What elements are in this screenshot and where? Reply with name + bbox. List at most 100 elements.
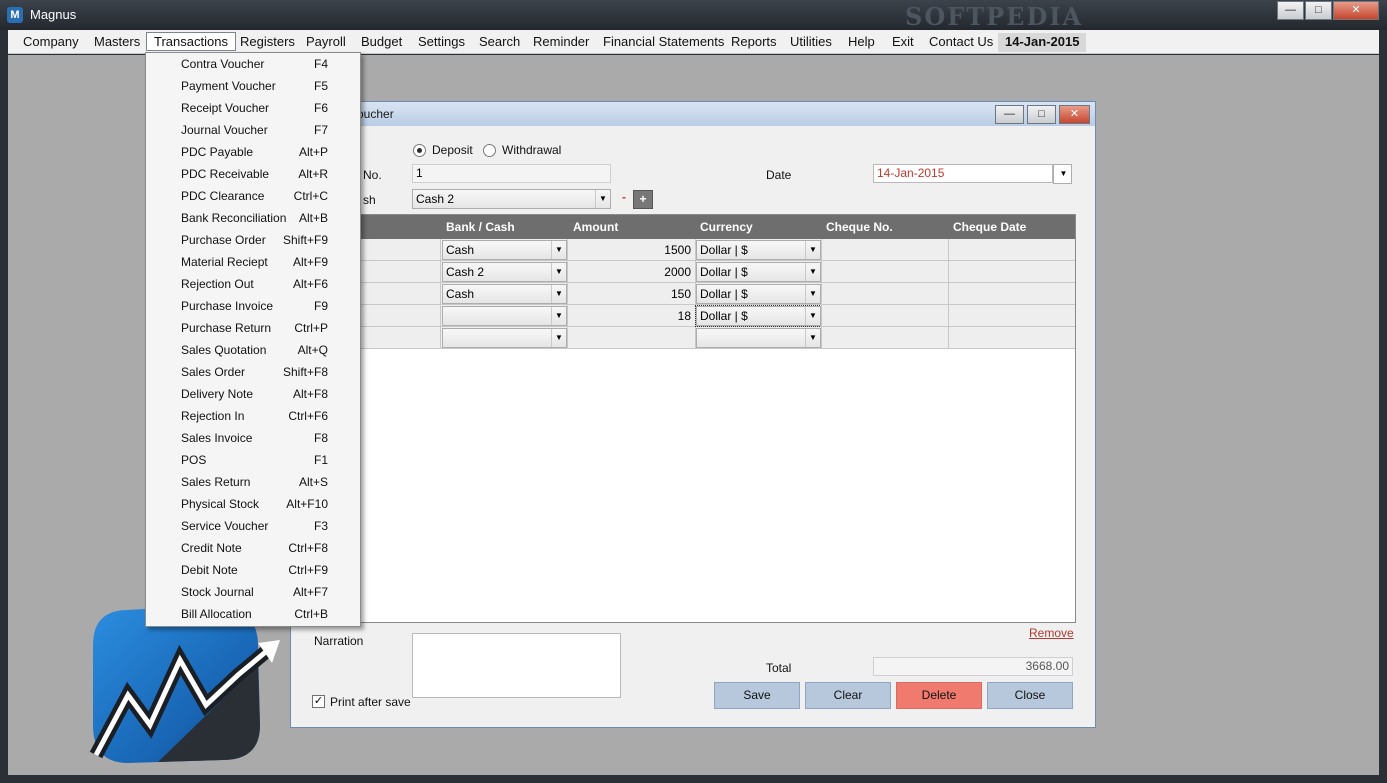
date-picker-button[interactable]: ▼ xyxy=(1053,164,1072,184)
table-row[interactable]: Cash ▼ 150 Dollar | $ ▼ xyxy=(292,283,1075,305)
cheque-no-cell[interactable] xyxy=(821,305,948,327)
amount-value[interactable]: 2000 xyxy=(664,265,691,279)
menu-item-pdc-clearance[interactable]: PDC Clearance Ctrl+C xyxy=(146,185,360,207)
menu-contact-us[interactable]: Contact Us xyxy=(922,33,1000,52)
menu-budget[interactable]: Budget xyxy=(354,33,409,52)
restore-button[interactable]: □ xyxy=(1305,1,1332,20)
close-button[interactable]: Close xyxy=(987,682,1073,709)
table-row[interactable]: Cash 2 ▼ 2000 Dollar | $ ▼ xyxy=(292,261,1075,283)
menu-item-delivery-note[interactable]: Delivery Note Alt+F8 xyxy=(146,383,360,405)
menu-settings[interactable]: Settings xyxy=(411,33,472,52)
menu-item-label: Rejection In xyxy=(181,409,245,423)
menu-item-material-reciept[interactable]: Material Reciept Alt+F9 xyxy=(146,251,360,273)
menu-transactions[interactable]: Transactions xyxy=(146,32,236,51)
deposit-label: Deposit xyxy=(432,143,473,157)
menu-item-payment-voucher[interactable]: Payment Voucher F5 xyxy=(146,75,360,97)
menu-item-purchase-invoice[interactable]: Purchase Invoice F9 xyxy=(146,295,360,317)
menu-item-rejection-out[interactable]: Rejection Out Alt+F6 xyxy=(146,273,360,295)
save-button[interactable]: Save xyxy=(714,682,800,709)
menu-item-purchase-return[interactable]: Purchase Return Ctrl+P xyxy=(146,317,360,339)
menu-registers[interactable]: Registers xyxy=(233,33,302,52)
amount-value[interactable]: 18 xyxy=(678,309,691,323)
menu-item-bank-reconciliation[interactable]: Bank Reconciliation Alt+B xyxy=(146,207,360,229)
menu-payroll[interactable]: Payroll xyxy=(299,33,353,52)
bank-cash-dropdown[interactable]: ▼ xyxy=(442,328,567,348)
currency-dropdown[interactable]: ▼ xyxy=(696,328,821,348)
menu-item-bill-allocation[interactable]: Bill Allocation Ctrl+B xyxy=(146,603,360,625)
cheque-no-cell[interactable] xyxy=(821,239,948,261)
chevron-down-icon: ▼ xyxy=(551,263,566,281)
bank-cash-dropdown[interactable]: Cash ▼ xyxy=(442,284,567,304)
cheque-date-cell[interactable] xyxy=(948,239,1075,261)
menu-item-pdc-payable[interactable]: PDC Payable Alt+P xyxy=(146,141,360,163)
cheque-no-cell[interactable] xyxy=(821,283,948,305)
menu-search[interactable]: Search xyxy=(472,33,527,52)
menu-reminder[interactable]: Reminder xyxy=(526,33,596,52)
menu-item-stock-journal[interactable]: Stock Journal Alt+F7 xyxy=(146,581,360,603)
menu-item-sales-return[interactable]: Sales Return Alt+S xyxy=(146,471,360,493)
amount-value[interactable]: 150 xyxy=(671,287,691,301)
cheque-date-cell[interactable] xyxy=(948,261,1075,283)
clear-button[interactable]: Clear xyxy=(805,682,891,709)
voucher-no-field[interactable]: 1 xyxy=(412,164,611,183)
menu-item-credit-note[interactable]: Credit Note Ctrl+F8 xyxy=(146,537,360,559)
voucher-close-button[interactable]: ✕ xyxy=(1059,105,1090,124)
menu-item-pdc-receivable[interactable]: PDC Receivable Alt+R xyxy=(146,163,360,185)
cheque-date-cell[interactable] xyxy=(948,327,1075,349)
withdrawal-radio[interactable] xyxy=(483,144,496,157)
menu-reports[interactable]: Reports xyxy=(724,33,784,52)
deposit-radio[interactable] xyxy=(413,144,426,157)
menu-company[interactable]: Company xyxy=(16,33,86,52)
currency-value: Dollar | $ xyxy=(700,243,748,257)
bank-cash-dropdown[interactable]: Cash ▼ xyxy=(442,240,567,260)
remove-link[interactable]: Remove xyxy=(1029,626,1074,640)
menu-financial-statements[interactable]: Financial Statements xyxy=(596,33,731,52)
date-field[interactable]: 14-Jan-2015 xyxy=(873,164,1053,183)
watermark: SOFTPEDIA xyxy=(905,2,1084,31)
menu-item-physical-stock[interactable]: Physical Stock Alt+F10 xyxy=(146,493,360,515)
menu-exit[interactable]: Exit xyxy=(885,33,921,52)
menu-item-receipt-voucher[interactable]: Receipt Voucher F6 xyxy=(146,97,360,119)
menu-item-service-voucher[interactable]: Service Voucher F3 xyxy=(146,515,360,537)
currency-dropdown[interactable]: Dollar | $ ▼ xyxy=(696,262,821,282)
amount-value[interactable]: 1500 xyxy=(664,243,691,257)
minus-icon[interactable]: - xyxy=(622,190,626,204)
cheque-date-cell[interactable] xyxy=(948,305,1075,327)
delete-button[interactable]: Delete xyxy=(896,682,982,709)
menu-item-journal-voucher[interactable]: Journal Voucher F7 xyxy=(146,119,360,141)
menu-masters[interactable]: Masters xyxy=(87,33,147,52)
currency-dropdown[interactable]: Dollar | $ ▼ xyxy=(696,284,821,304)
cheque-date-cell[interactable] xyxy=(948,283,1075,305)
menu-item-shortcut: F3 xyxy=(313,519,328,533)
menubar: Company Masters Transactions Registers P… xyxy=(8,30,1379,54)
menu-item-label: Bank Reconciliation xyxy=(181,211,287,225)
cash-account-dropdown[interactable]: Cash 2 ▼ xyxy=(412,189,611,209)
voucher-restore-button[interactable]: □ xyxy=(1027,105,1056,124)
bank-cash-dropdown[interactable]: Cash 2 ▼ xyxy=(442,262,567,282)
menu-item-sales-order[interactable]: Sales Order Shift+F8 xyxy=(146,361,360,383)
bank-cash-dropdown[interactable]: ▼ xyxy=(442,306,567,326)
menu-item-sales-invoice[interactable]: Sales Invoice F8 xyxy=(146,427,360,449)
cheque-no-cell[interactable] xyxy=(821,261,948,283)
menu-item-purchase-order[interactable]: Purchase Order Shift+F9 xyxy=(146,229,360,251)
voucher-minimize-button[interactable]: — xyxy=(995,105,1024,124)
table-row[interactable]: ▼ ▼ xyxy=(292,327,1075,349)
menu-help[interactable]: Help xyxy=(841,33,882,52)
print-after-save-checkbox[interactable]: ✓ xyxy=(312,695,325,708)
cheque-no-cell[interactable] xyxy=(821,327,948,349)
chevron-down-icon: ▼ xyxy=(805,329,820,347)
menu-item-sales-quotation[interactable]: Sales Quotation Alt+Q xyxy=(146,339,360,361)
menu-item-contra-voucher[interactable]: Contra Voucher F4 xyxy=(146,53,360,75)
currency-dropdown[interactable]: Dollar | $ ▼ xyxy=(696,240,821,260)
menu-item-debit-note[interactable]: Debit Note Ctrl+F9 xyxy=(146,559,360,581)
menu-item-rejection-in[interactable]: Rejection In Ctrl+F6 xyxy=(146,405,360,427)
add-account-button[interactable]: + xyxy=(633,190,653,209)
minimize-button[interactable]: — xyxy=(1277,1,1304,20)
narration-field[interactable] xyxy=(412,633,621,698)
currency-dropdown[interactable]: Dollar | $ ▼ xyxy=(695,305,822,327)
close-app-button[interactable]: ✕ xyxy=(1333,1,1379,20)
table-row[interactable]: Cash ▼ 1500 Dollar | $ ▼ xyxy=(292,239,1075,261)
menu-utilities[interactable]: Utilities xyxy=(783,33,839,52)
table-row[interactable]: ▼ 18 Dollar | $ ▼ xyxy=(292,305,1075,327)
menu-item-pos[interactable]: POS F1 xyxy=(146,449,360,471)
